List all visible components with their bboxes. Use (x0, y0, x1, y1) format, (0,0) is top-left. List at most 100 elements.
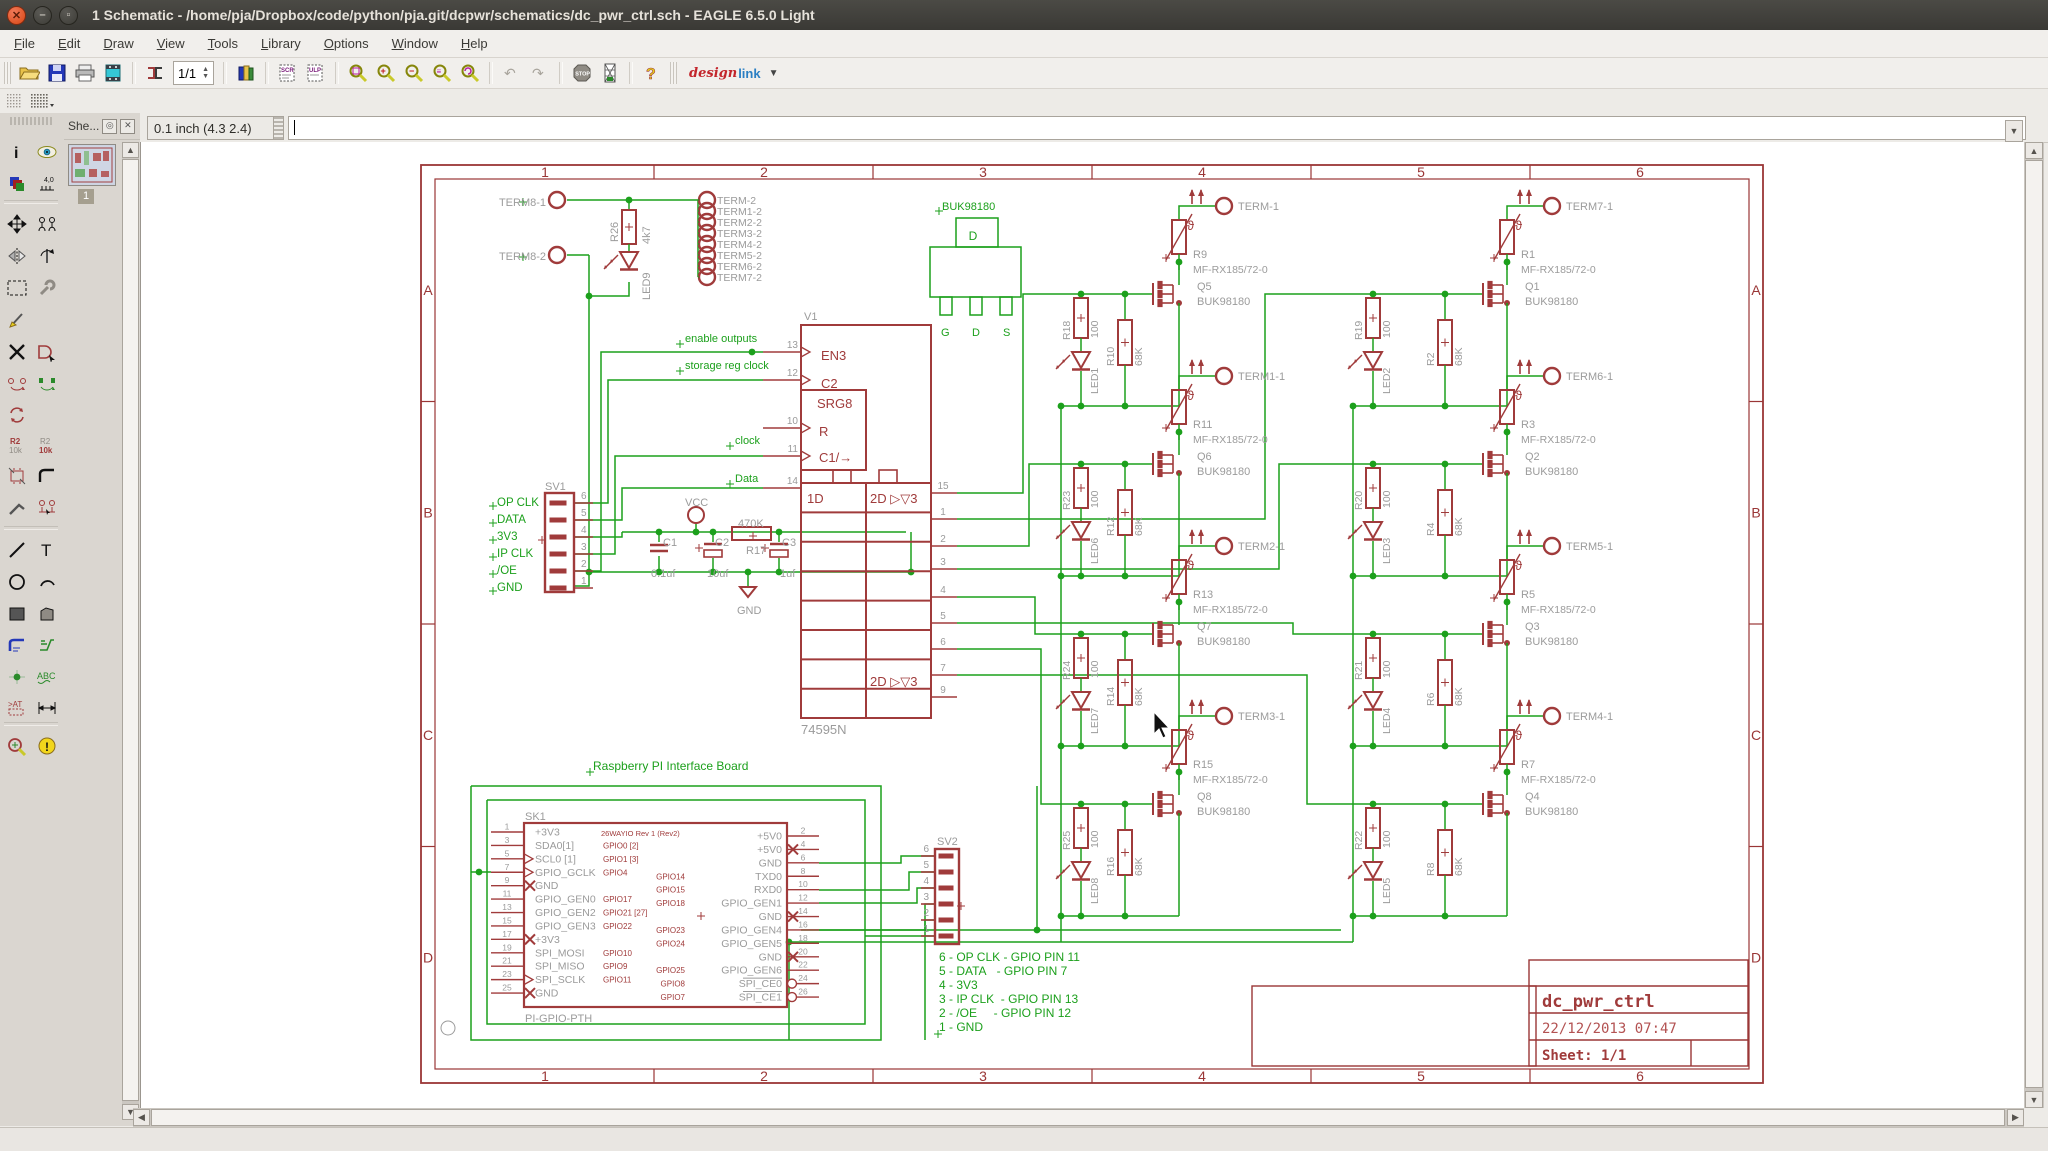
menu-file[interactable]: File (5, 32, 44, 55)
dimension-tool[interactable] (34, 696, 60, 720)
toolbar-grip[interactable] (670, 62, 677, 84)
gateswap-tool[interactable] (34, 372, 60, 396)
bus-tool[interactable] (4, 633, 30, 657)
value-tool[interactable]: R210k (34, 433, 60, 457)
info-tool[interactable]: i (4, 140, 30, 164)
scroll-up-icon[interactable]: ▲ (122, 142, 139, 158)
pinswap-tool[interactable] (4, 372, 30, 396)
scroll-left-icon[interactable]: ◀ (133, 1109, 150, 1126)
sheets-scroll-slider[interactable] (122, 159, 139, 1101)
label-tool[interactable]: ABC (34, 665, 60, 689)
help-icon[interactable]: ? (638, 60, 666, 86)
copy-tool[interactable] (34, 212, 60, 236)
open-icon[interactable] (15, 60, 43, 86)
move-tool[interactable] (4, 212, 30, 236)
junction-tool[interactable] (4, 665, 30, 689)
svg-text:Q5: Q5 (1197, 281, 1212, 293)
sheet-selector[interactable]: 1/1▲▼ (173, 61, 214, 85)
run-script-icon[interactable]: SCR (274, 60, 302, 86)
name-tool[interactable]: R210k (4, 433, 30, 457)
switch-board-icon[interactable] (141, 60, 169, 86)
grid-small-icon[interactable] (0, 88, 28, 114)
svg-text:BUK98180: BUK98180 (1197, 636, 1250, 648)
run-ulp-icon[interactable]: ULP (302, 60, 330, 86)
command-history-dropdown-icon[interactable]: ▼ (2005, 120, 2023, 142)
net-tool[interactable] (34, 633, 60, 657)
menu-edit[interactable]: Edit (49, 32, 89, 55)
svg-text:BUK98180: BUK98180 (1197, 466, 1250, 478)
scroll-down-icon[interactable]: ▼ (2025, 1091, 2043, 1108)
display-tool[interactable] (4, 172, 30, 196)
save-icon[interactable] (43, 60, 71, 86)
cam-processor-icon[interactable] (99, 60, 127, 86)
maximize-button[interactable]: ▫ (59, 6, 78, 25)
text-tool[interactable]: T (34, 538, 60, 562)
svg-text:100: 100 (1381, 830, 1393, 848)
miter-tool[interactable] (34, 464, 60, 488)
change-tool[interactable] (34, 276, 60, 300)
use-library-icon[interactable] (232, 60, 260, 86)
toolbar-grip[interactable] (4, 62, 11, 84)
attribute-tool[interactable]: >AT (4, 696, 30, 720)
erc-tool[interactable] (4, 734, 30, 758)
float-panel-icon[interactable]: ◎ (102, 119, 117, 134)
rotate-tool[interactable] (34, 244, 60, 268)
scroll-up-icon[interactable]: ▲ (2025, 142, 2043, 159)
mark-tool[interactable]: 4,0 (34, 172, 60, 196)
menu-draw[interactable]: Draw (94, 32, 142, 55)
canvas-vscrollbar[interactable]: ▲ ▼ (2024, 142, 2044, 1108)
mirror-tool[interactable] (4, 244, 30, 268)
canvas-hscrollbar[interactable]: ◀ ▶ (133, 1108, 2024, 1127)
minimize-button[interactable]: – (33, 6, 52, 25)
errors-tool[interactable]: ! (34, 734, 60, 758)
circle-tool[interactable] (4, 570, 30, 594)
menu-help[interactable]: Help (452, 32, 497, 55)
menu-library[interactable]: Library (252, 32, 310, 55)
stop-icon[interactable]: STOP (568, 60, 596, 86)
svg-text:24: 24 (798, 973, 808, 983)
rect-tool[interactable] (4, 602, 30, 626)
menu-tools[interactable]: Tools (199, 32, 247, 55)
zoom-select-icon[interactable]: ≡ (428, 60, 456, 86)
schematic-canvas[interactable]: 112233445566AABBCCDDdc_pwr_ctrl22/12/201… (140, 142, 2025, 1108)
zoom-fit-icon[interactable] (344, 60, 372, 86)
command-input[interactable]: ▼ (288, 116, 2026, 140)
smash-tool[interactable] (4, 464, 30, 488)
split-tool[interactable] (4, 495, 30, 519)
sheets-scrollbar[interactable]: ▲ ▼ (122, 142, 139, 1120)
show-tool[interactable] (34, 140, 60, 164)
redo-icon[interactable]: ↷ (526, 60, 554, 86)
zoom-out-icon[interactable]: − (400, 60, 428, 86)
svg-text:4: 4 (581, 525, 587, 536)
scroll-right-icon[interactable]: ▶ (2007, 1109, 2024, 1126)
menu-view[interactable]: View (148, 32, 194, 55)
group-tool[interactable] (4, 276, 30, 300)
sheet-thumbnail[interactable] (68, 144, 116, 186)
command-bar-grip[interactable] (273, 116, 284, 140)
cut-tool[interactable] (4, 308, 30, 332)
close-panel-icon[interactable]: ✕ (120, 119, 135, 134)
replace-tool[interactable] (4, 403, 30, 427)
hscroll-slider[interactable] (151, 1109, 2005, 1126)
menu-options[interactable]: Options (315, 32, 378, 55)
close-button[interactable]: ✕ (7, 6, 26, 25)
menu-window[interactable]: Window (383, 32, 447, 55)
zoom-redraw-icon[interactable] (456, 60, 484, 86)
svg-text:LED4: LED4 (1381, 708, 1393, 734)
invoke-tool[interactable] (34, 495, 60, 519)
vscroll-slider[interactable] (2025, 160, 2043, 1088)
ratsnest-icon[interactable] (596, 60, 624, 86)
design-link-button[interactable]: designlink▼ (689, 66, 778, 81)
sheet-number-badge[interactable]: 1 (78, 189, 94, 204)
palette-grip[interactable] (10, 117, 54, 125)
polygon-tool[interactable] (34, 602, 60, 626)
wire-tool[interactable] (4, 538, 30, 562)
print-icon[interactable] (71, 60, 99, 86)
add-tool[interactable] (34, 340, 60, 364)
svg-text:R17: R17 (746, 545, 766, 557)
delete-tool[interactable] (4, 340, 30, 364)
arc-tool[interactable] (34, 570, 60, 594)
grid-menu-icon[interactable] (28, 88, 56, 114)
undo-icon[interactable]: ↶ (498, 60, 526, 86)
zoom-in-icon[interactable]: + (372, 60, 400, 86)
